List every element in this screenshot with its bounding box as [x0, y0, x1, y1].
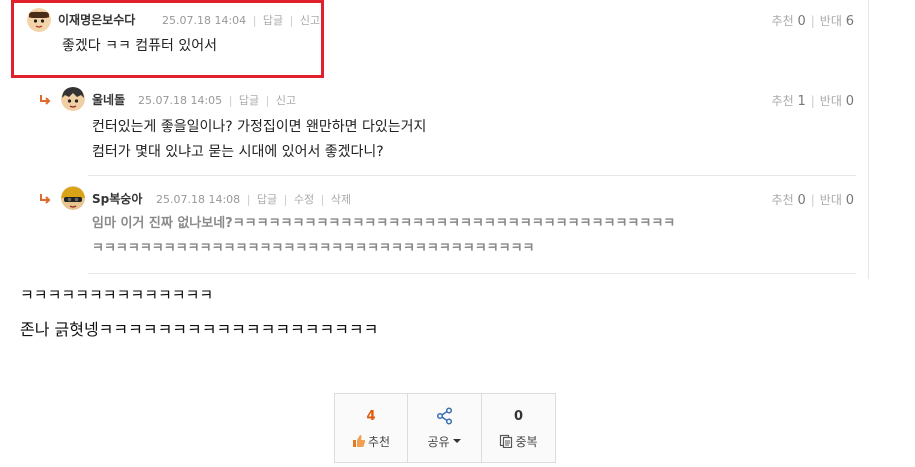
comment-votes: 추천 0 | 반대 6 — [771, 14, 854, 29]
post-text: 존나 긁혓넹ㅋㅋㅋㅋㅋㅋㅋㅋㅋㅋㅋㅋㅋㅋㅋㅋㅋㅋㅋ — [20, 320, 379, 339]
recommend-vote[interactable]: 추천 1 — [772, 94, 806, 109]
caret-down-icon — [452, 439, 461, 443]
avatar[interactable] — [61, 186, 85, 210]
edit-link[interactable]: 수정 — [294, 193, 314, 206]
recommend-button[interactable]: 4 추천 — [334, 393, 408, 463]
reply-arrow-icon — [40, 95, 51, 105]
oppose-vote[interactable]: 반대 0 — [820, 94, 854, 109]
post-text: ㅋㅋㅋㅋㅋㅋㅋㅋㅋㅋㅋㅋㅋㅋ — [20, 286, 214, 304]
comment-text: 컨터있는게 좋을일이나? 가정집이면 왠만하면 다있는거지 컴터가 몇대 있냐고… — [92, 119, 427, 160]
reply-link[interactable]: 답글 — [257, 193, 277, 206]
comment-date: 25.07.18 14:05 — [138, 94, 223, 107]
comment-author[interactable]: Sp복숭아 — [92, 190, 142, 207]
oppose-vote[interactable]: 반대 0 — [820, 193, 854, 208]
comment-divider — [88, 273, 856, 274]
reply-arrow-icon — [40, 194, 51, 204]
oppose-vote[interactable]: 반대 6 — [820, 14, 854, 29]
post-action-bar: 4 추천 공유 0 중복 — [334, 393, 556, 463]
thumbs-up-icon — [352, 435, 366, 447]
duplicate-label: 중복 — [515, 434, 538, 449]
document-copy-icon — [500, 434, 513, 448]
share-icon — [436, 406, 452, 425]
highlight-box — [11, 0, 324, 78]
report-link[interactable]: 신고 — [276, 94, 296, 107]
comment-meta: 25.07.18 14:05 | 답글 | 신고 — [138, 94, 297, 107]
comment-meta: 25.07.18 14:08 | 답글 | 수정 | 삭제 — [156, 193, 352, 206]
duplicate-button[interactable]: 0 중복 — [482, 393, 556, 463]
comment-votes: 추천 0 | 반대 0 — [771, 193, 854, 208]
comment-author[interactable]: 울네돌 — [92, 91, 125, 108]
recommend-label: 추천 — [367, 434, 391, 449]
comment-text: 임마 이거 진짜 없나보네?ㅋㅋㅋㅋㅋㅋㅋㅋㅋㅋㅋㅋㅋㅋㅋㅋㅋㅋㅋㅋㅋㅋㅋㅋㅋㅋ… — [92, 216, 676, 256]
comment-date: 25.07.18 14:08 — [156, 193, 241, 206]
recommend-vote[interactable]: 추천 0 — [772, 193, 806, 208]
share-label: 공유 — [427, 434, 450, 449]
recommend-vote[interactable]: 추천 0 — [772, 14, 806, 29]
avatar[interactable] — [61, 87, 85, 111]
delete-link[interactable]: 삭제 — [331, 193, 351, 206]
share-button[interactable]: 공유 — [408, 393, 482, 463]
reply-link[interactable]: 답글 — [239, 94, 259, 107]
user-avatar-icon — [61, 87, 85, 111]
user-avatar-icon — [61, 186, 85, 210]
comment-divider — [88, 175, 856, 176]
comment-votes: 추천 1 | 반대 0 — [771, 94, 854, 109]
duplicate-count: 0 — [513, 408, 524, 424]
recommend-count: 4 — [366, 408, 376, 424]
comment-list: 이재명은보수다 25.07.18 14:04 | 답글 | 신고 추천 0 | 반대… — [0, 0, 869, 279]
